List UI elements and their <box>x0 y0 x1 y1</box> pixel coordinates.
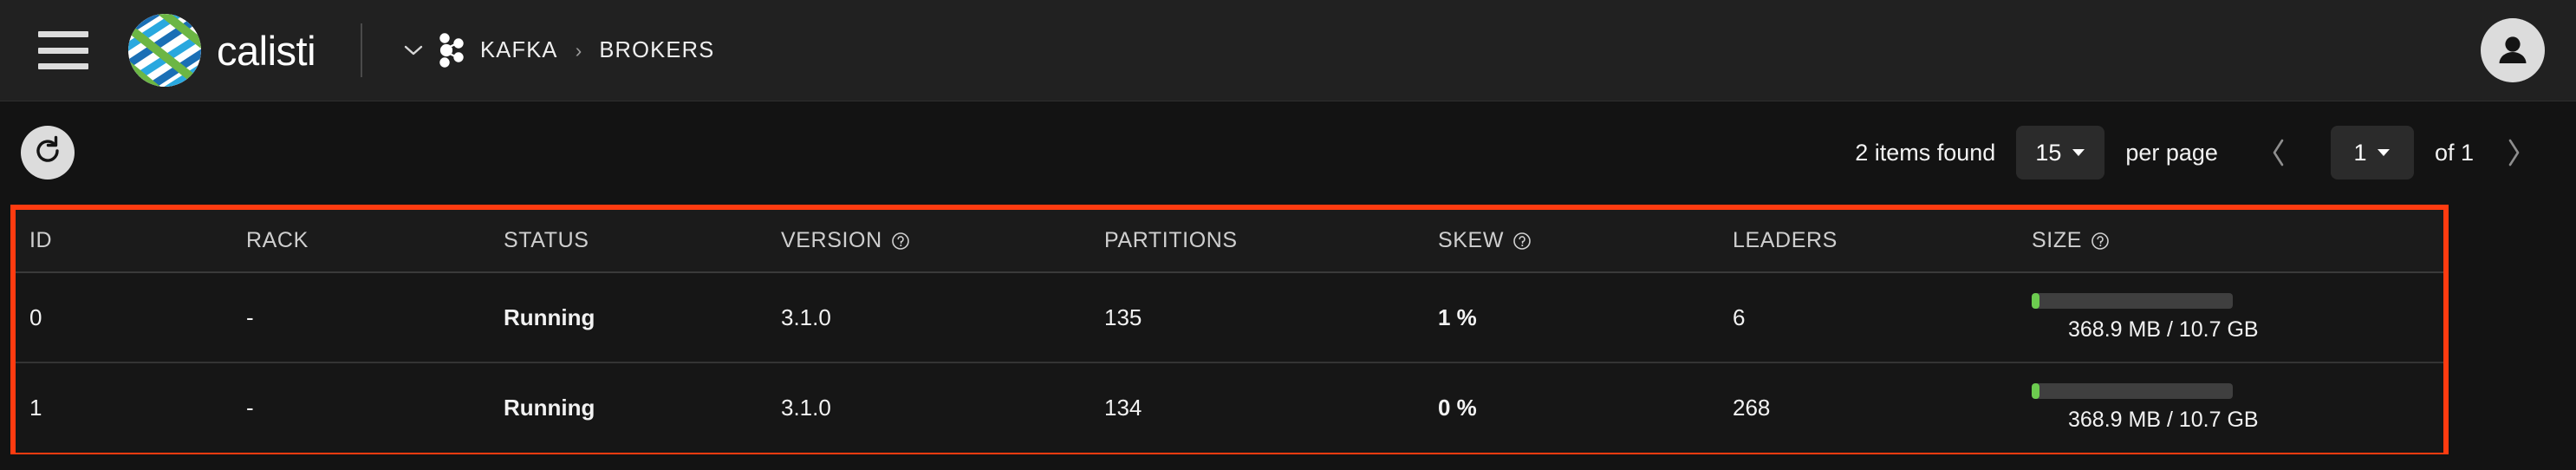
column-header-label: SIZE <box>2032 228 2082 252</box>
calisti-logo-icon <box>128 14 201 87</box>
cell-partitions: 135 <box>1104 304 1142 330</box>
help-circle-icon[interactable] <box>2091 232 2110 251</box>
table-body: 0 - Running 3.1.0 135 1 % 6 368.9 MB / 1… <box>16 272 2443 453</box>
size-progress-bar <box>2032 383 2233 399</box>
hamburger-bar <box>38 31 88 37</box>
cell-skew: 1 % <box>1438 304 1477 330</box>
caret-down-icon <box>2072 147 2085 160</box>
help-circle-icon[interactable] <box>891 232 910 251</box>
page-number-select[interactable]: 1 <box>2330 126 2414 180</box>
refresh-icon <box>30 134 65 173</box>
table-toolbar: 2 items found 15 per page 1 of 1 <box>0 101 2576 204</box>
cell-id: 1 <box>29 395 42 421</box>
column-header-label: SKEW <box>1438 228 1505 252</box>
breadcrumb: KAFKA › BROKERS <box>404 32 714 69</box>
user-avatar-icon[interactable] <box>2481 18 2545 82</box>
header-divider <box>361 23 363 77</box>
size-progress-fill <box>2032 292 2040 309</box>
column-header-label: PARTITIONS <box>1104 228 1238 252</box>
column-header-label: ID <box>29 228 53 252</box>
cell-version: 3.1.0 <box>781 395 831 421</box>
page-size-value: 15 <box>2035 139 2062 166</box>
current-page-value: 1 <box>2353 139 2367 166</box>
cell-status: Running <box>504 304 595 330</box>
brokers-table-region: ID RACK STATUS VERSION PARTITIONS SKEW L… <box>10 205 2449 454</box>
breadcrumb-separator: › <box>575 38 582 62</box>
column-header-status[interactable]: STATUS <box>490 210 767 273</box>
hamburger-menu-icon[interactable] <box>38 31 88 69</box>
chevron-down-icon[interactable] <box>404 44 423 56</box>
help-circle-icon[interactable] <box>1512 232 1532 251</box>
table-row[interactable]: 0 - Running 3.1.0 135 1 % 6 368.9 MB / 1… <box>16 272 2443 362</box>
column-header-version[interactable]: VERSION <box>767 210 1090 273</box>
breadcrumb-item-brokers[interactable]: BROKERS <box>599 38 714 63</box>
table-header-row: ID RACK STATUS VERSION PARTITIONS SKEW L… <box>16 210 2443 273</box>
table-row[interactable]: 1 - Running 3.1.0 134 0 % 268 368.9 MB /… <box>16 362 2443 453</box>
cell-status: Running <box>504 395 595 421</box>
column-header-label: STATUS <box>504 228 589 252</box>
size-progress-bar <box>2032 292 2233 309</box>
hamburger-bar <box>38 63 88 69</box>
column-header-label: LEADERS <box>1733 228 1838 252</box>
column-header-size[interactable]: SIZE <box>2018 210 2443 273</box>
size-label: 368.9 MB / 10.7 GB <box>2068 317 2259 342</box>
column-header-id[interactable]: ID <box>16 210 232 273</box>
cell-id: 0 <box>29 304 42 330</box>
next-page-button[interactable] <box>2482 138 2545 167</box>
items-found-label: 2 items found <box>1855 139 1996 166</box>
size-progress-fill <box>2032 383 2040 399</box>
total-pages-label: of 1 <box>2434 139 2474 166</box>
pagination-controls: 2 items found 15 per page 1 of 1 <box>1855 126 2545 180</box>
cell-version: 3.1.0 <box>781 304 831 330</box>
top-header-bar: calisti KAFKA › BROKERS <box>0 0 2576 101</box>
cell-size: 368.9 MB / 10.7 GB <box>2018 272 2443 362</box>
refresh-button[interactable] <box>21 126 75 180</box>
cell-leaders: 6 <box>1733 304 1746 330</box>
previous-page-button[interactable] <box>2247 138 2310 167</box>
cell-size: 368.9 MB / 10.7 GB <box>2018 362 2443 453</box>
kafka-icon <box>435 32 468 69</box>
cell-partitions: 134 <box>1104 395 1142 421</box>
brand[interactable]: calisti <box>128 14 316 87</box>
page-size-select[interactable]: 15 <box>2016 126 2105 180</box>
hamburger-bar <box>38 47 88 54</box>
per-page-label: per page <box>2125 139 2218 166</box>
size-label: 368.9 MB / 10.7 GB <box>2068 408 2259 432</box>
cell-rack: - <box>246 395 254 421</box>
column-header-label: RACK <box>246 228 309 252</box>
caret-down-icon <box>2377 147 2391 160</box>
column-header-label: VERSION <box>781 228 882 252</box>
column-header-leaders[interactable]: LEADERS <box>1719 210 2018 273</box>
table-header: ID RACK STATUS VERSION PARTITIONS SKEW L… <box>16 210 2443 273</box>
brokers-table: ID RACK STATUS VERSION PARTITIONS SKEW L… <box>16 210 2443 453</box>
breadcrumb-item-kafka[interactable]: KAFKA <box>480 38 558 63</box>
column-header-rack[interactable]: RACK <box>232 210 490 273</box>
column-header-skew[interactable]: SKEW <box>1424 210 1719 273</box>
cell-rack: - <box>246 304 254 330</box>
column-header-partitions[interactable]: PARTITIONS <box>1090 210 1424 273</box>
brand-name: calisti <box>217 27 316 74</box>
cell-skew: 0 % <box>1438 395 1477 421</box>
cell-leaders: 268 <box>1733 395 1771 421</box>
